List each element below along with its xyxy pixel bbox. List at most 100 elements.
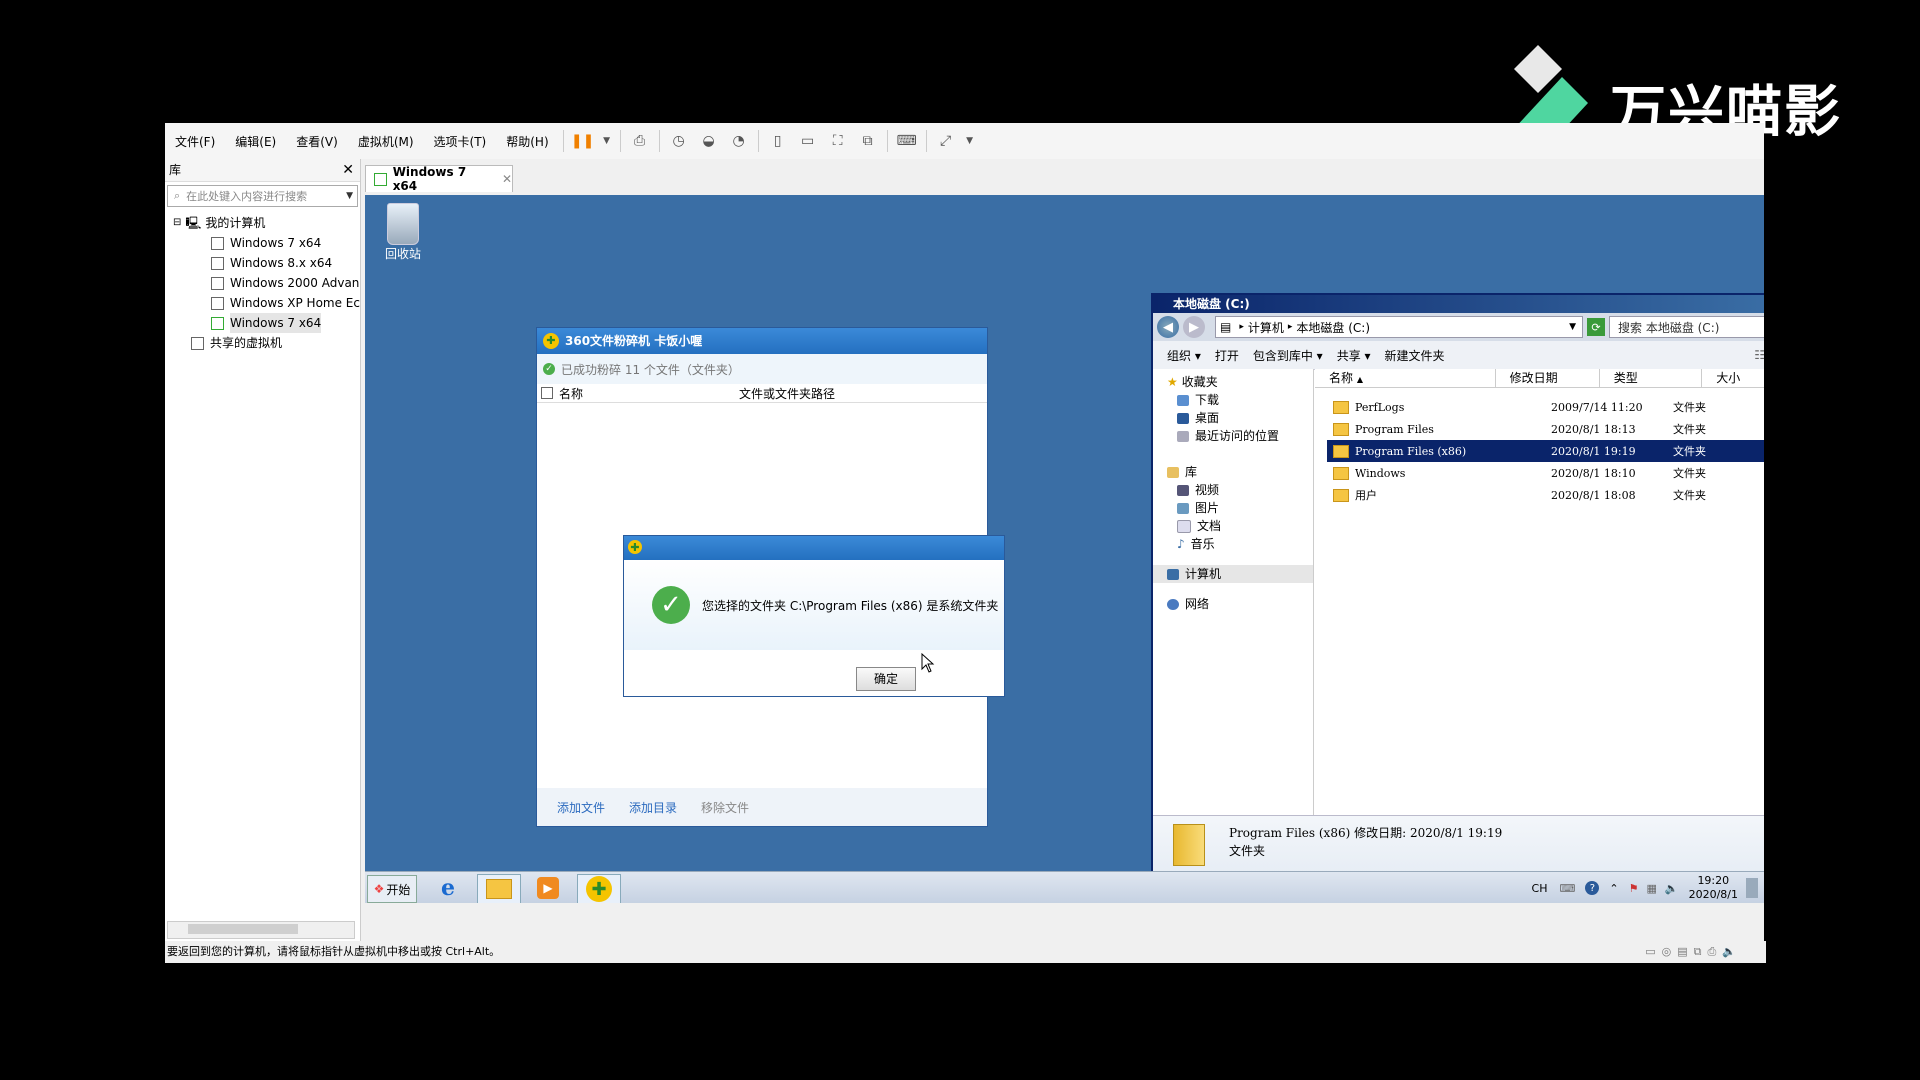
taskbar-explorer[interactable]	[477, 874, 521, 903]
taskbar-ie[interactable]: e	[427, 874, 469, 902]
taskbar-360[interactable]: ✚	[577, 874, 621, 903]
tree-item-my-computer[interactable]: ⊟ 🖳 我的计算机	[165, 213, 360, 233]
tree-item-vm[interactable]: Windows 8.x x64	[165, 253, 360, 273]
view-options-icon[interactable]: ☷	[1754, 348, 1764, 362]
console-icon[interactable]: ⌨	[897, 131, 917, 151]
back-icon[interactable]: ◀	[1157, 316, 1179, 338]
volume-icon[interactable]: 🔈	[1665, 882, 1679, 895]
tree-item-vm[interactable]: Windows 7 x64	[165, 233, 360, 253]
column-header-type[interactable]: 类型	[1600, 369, 1703, 387]
column-header-name[interactable]: 名称 ▲	[1315, 369, 1496, 387]
include-in-library-button[interactable]: 包含到库中 ▾	[1253, 347, 1323, 364]
share-button[interactable]: 共享 ▾	[1337, 347, 1371, 364]
nav-item[interactable]: 桌面	[1153, 409, 1313, 427]
add-directory-link[interactable]: 添加目录	[629, 799, 677, 816]
collapse-icon[interactable]: ⊟	[173, 213, 181, 233]
nav-item[interactable]: 下载	[1153, 391, 1313, 409]
nav-item[interactable]: 视频	[1153, 481, 1313, 499]
dropdown-arrow-icon[interactable]: ▼	[346, 191, 353, 201]
column-label: 修改日期	[1509, 371, 1558, 385]
nav-libraries[interactable]: 库	[1153, 463, 1313, 481]
address-input[interactable]: ▤ ▸ 计算机 ▸ 本地磁盘 (C:) ▼	[1215, 316, 1583, 338]
tree-item-shared-vms[interactable]: 共享的虚拟机	[165, 333, 360, 353]
help-icon[interactable]: ?	[1585, 881, 1600, 895]
menu-tabs[interactable]: 选项卡(T)	[424, 133, 497, 150]
system-tray: CH ⌨ ? ⌃ ⚑ ▦ 🔈 19:20 2020/8/1	[1532, 872, 1758, 903]
new-folder-button[interactable]: 新建文件夹	[1385, 347, 1445, 364]
full-screen-icon[interactable]: ⛶	[828, 131, 848, 151]
action-center-icon[interactable]: ⚑	[1629, 882, 1639, 895]
file-list-header: 名称 ▲ 修改日期 类型 大小	[1315, 369, 1764, 388]
clock[interactable]: 19:20 2020/8/1	[1689, 874, 1738, 902]
refresh-icon[interactable]: ⟳	[1587, 318, 1605, 336]
language-indicator[interactable]: CH	[1532, 882, 1548, 895]
pause-icon[interactable]: ❚❚	[571, 131, 594, 151]
menu-vm[interactable]: 虚拟机(M)	[348, 133, 424, 150]
breadcrumb-computer[interactable]: 计算机	[1248, 319, 1284, 336]
scrollbar-thumb[interactable]	[188, 924, 298, 934]
shredder-titlebar: ✚ 360文件粉碎机 卡饭小喔	[537, 328, 987, 354]
nav-favorites[interactable]: ★ 收藏夹	[1153, 373, 1313, 391]
explorer-search-input[interactable]: 搜索 本地磁盘 (C:)	[1609, 316, 1764, 338]
thumbnail-bar-icon[interactable]: ▭	[798, 131, 818, 151]
show-desktop-icon[interactable]	[1746, 878, 1758, 898]
tab-windows7[interactable]: Windows 7 x64 ✕	[365, 165, 513, 193]
menu-view[interactable]: 查看(V)	[286, 133, 348, 150]
keyboard-icon[interactable]: ⌨	[1560, 882, 1576, 895]
snapshot-manager-icon[interactable]: ◔	[729, 131, 749, 151]
column-name[interactable]: 名称	[559, 385, 739, 402]
nav-item[interactable]: ♪ 音乐	[1153, 535, 1313, 553]
send-ctrl-alt-del-icon[interactable]: ⎙	[630, 131, 650, 151]
close-tab-icon[interactable]: ✕	[502, 172, 512, 186]
dropdown-arrow-icon[interactable]: ▼	[1569, 322, 1576, 332]
close-icon[interactable]: ✕	[342, 159, 354, 181]
dropdown-arrow-icon[interactable]: ▼	[603, 131, 611, 151]
library-scrollbar[interactable]	[167, 921, 355, 939]
file-row[interactable]: 用户 2020/8/1 18:08 文件夹	[1327, 484, 1764, 506]
taskbar-media-player[interactable]: ▶	[527, 874, 569, 902]
library-search-input[interactable]: ⌕ 在此处键入内容进行搜索 ▼	[167, 185, 358, 207]
forward-icon[interactable]: ▶	[1183, 316, 1205, 338]
recycle-bin[interactable]: 回收站	[379, 203, 427, 262]
show-library-icon[interactable]: ▯	[768, 131, 788, 151]
add-file-link[interactable]: 添加文件	[557, 799, 605, 816]
tree-item-vm[interactable]: Windows 2000 Advan	[165, 273, 360, 293]
breadcrumb-drive[interactable]: 本地磁盘 (C:)	[1296, 319, 1370, 336]
status-text: 要返回到您的计算机，请将鼠标指针从虚拟机中移出或按 Ctrl+Alt。	[167, 945, 501, 958]
network-tray-icon[interactable]: ▦	[1646, 882, 1656, 895]
ok-button[interactable]: 确定	[856, 667, 916, 691]
nav-item[interactable]: 最近访问的位置	[1153, 427, 1313, 445]
remove-file-link[interactable]: 移除文件	[701, 799, 749, 816]
tree-item-vm[interactable]: Windows XP Home Ec	[165, 293, 360, 313]
column-header-date[interactable]: 修改日期	[1496, 369, 1600, 387]
organize-button[interactable]: 组织 ▾	[1167, 347, 1201, 364]
menu-edit[interactable]: 编辑(E)	[225, 133, 286, 150]
menu-file[interactable]: 文件(F)	[165, 133, 225, 150]
dialog-titlebar: ✚	[624, 536, 1004, 560]
unity-icon[interactable]: ⧉	[858, 131, 878, 151]
nav-item[interactable]: 文档	[1153, 517, 1313, 535]
tree-item-vm-selected[interactable]: Windows 7 x64	[165, 313, 360, 333]
column-path[interactable]: 文件或文件夹路径	[739, 385, 835, 402]
device-status-icons[interactable]: ▭◎▤⧉⎙🔈	[1645, 941, 1742, 963]
column-header-size[interactable]: 大小	[1702, 369, 1764, 387]
start-button[interactable]: ❖ 开始	[367, 875, 417, 903]
file-name: Program Files (x86)	[1355, 444, 1467, 458]
tree-label: 我的计算机	[205, 216, 266, 230]
select-all-checkbox[interactable]	[541, 387, 553, 399]
revert-snapshot-icon[interactable]: ◒	[699, 131, 719, 151]
stretch-view-icon[interactable]: ⤢	[936, 131, 956, 151]
file-row[interactable]: Program Files 2020/8/1 18:13 文件夹	[1327, 418, 1764, 440]
media-player-icon: ▶	[537, 877, 559, 899]
open-button[interactable]: 打开	[1215, 347, 1239, 364]
snapshot-icon[interactable]: ◷	[669, 131, 689, 151]
dropdown-arrow-icon[interactable]: ▼	[966, 131, 974, 151]
file-row[interactable]: PerfLogs 2009/7/14 11:20 文件夹	[1327, 396, 1764, 418]
nav-computer[interactable]: 计算机	[1153, 565, 1313, 583]
tray-expand-icon[interactable]: ⌃	[1609, 882, 1618, 895]
nav-item[interactable]: 图片	[1153, 499, 1313, 517]
file-row-selected[interactable]: Program Files (x86) 2020/8/1 19:19 文件夹	[1327, 440, 1764, 462]
nav-network[interactable]: 网络	[1153, 595, 1313, 613]
menu-help[interactable]: 帮助(H)	[496, 133, 558, 150]
file-row[interactable]: Windows 2020/8/1 18:10 文件夹	[1327, 462, 1764, 484]
